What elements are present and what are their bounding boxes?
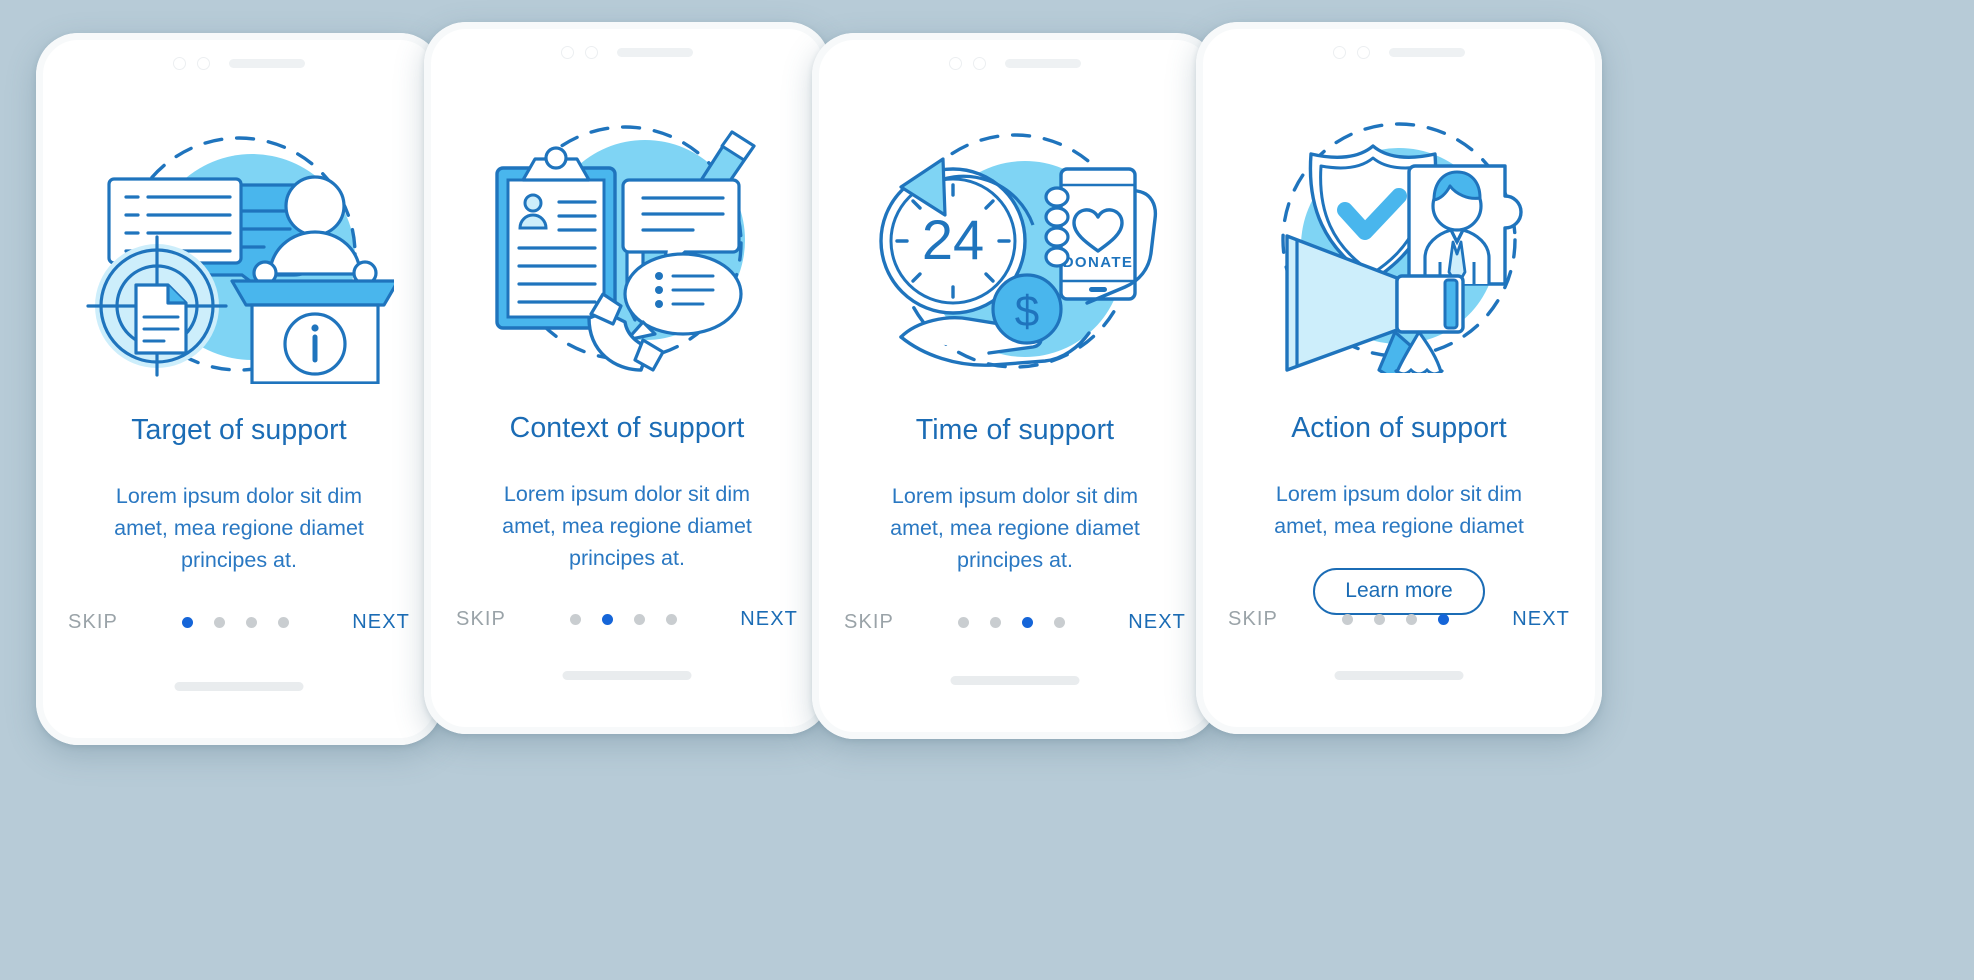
next-button[interactable]: NEXT [1512, 608, 1570, 631]
screen-body-text: Lorem ipsum dolor sit dim amet, mea regi… [1230, 478, 1568, 542]
screen-content-1: Target of support Lorem ipsum dolor sit … [36, 33, 442, 745]
phone-screen-target-of-support: Target of support Lorem ipsum dolor sit … [36, 33, 442, 745]
pagination-dot-1[interactable] [569, 614, 581, 625]
onboarding-nav-1: SKIP NEXT [68, 611, 410, 634]
pagination-dots[interactable] [957, 617, 1065, 628]
body-line: Lorem ipsum dolor sit dim [1275, 482, 1523, 506]
skip-button[interactable]: SKIP [456, 608, 506, 631]
phone-screen-time-of-support: 24 $ DONATE Time of support Lorem ipsum … [812, 33, 1218, 739]
home-indicator[interactable] [562, 671, 692, 680]
screen-body-text: Lorem ipsum dolor sit dim amet, mea regi… [458, 478, 796, 574]
body-line: principes at. [181, 548, 297, 572]
body-line: amet, mea regione diamet [502, 514, 752, 538]
pagination-dot-2[interactable] [1373, 614, 1385, 625]
body-line: amet, mea regione diamet [1274, 514, 1524, 538]
body-line: Lorem ipsum dolor sit dim [891, 484, 1139, 508]
pagination-dot-1[interactable] [1341, 614, 1353, 625]
home-indicator[interactable] [950, 676, 1080, 685]
pagination-dot-2[interactable] [601, 614, 613, 625]
phone-screen-action-of-support: Action of support Lorem ipsum dolor sit … [1196, 22, 1602, 734]
body-line: principes at. [569, 546, 685, 570]
pagination-dots[interactable] [1341, 614, 1449, 625]
pagination-dot-3[interactable] [1021, 617, 1033, 628]
screen-body-text: Lorem ipsum dolor sit dim amet, mea regi… [70, 480, 408, 576]
screen-title: Target of support [131, 414, 347, 446]
body-line: Lorem ipsum dolor sit dim [503, 482, 751, 506]
screen-content-3: 24 $ DONATE Time of support Lorem ipsum … [812, 33, 1218, 739]
body-line: amet, mea regione diamet [890, 516, 1140, 540]
onboarding-screens-stage: Target of support Lorem ipsum dolor sit … [0, 0, 1974, 980]
next-button[interactable]: NEXT [1128, 611, 1186, 634]
skip-button[interactable]: SKIP [68, 611, 118, 634]
onboarding-nav-2: SKIP NEXT [456, 608, 798, 631]
pagination-dot-3[interactable] [245, 617, 257, 628]
screen-title: Time of support [915, 414, 1115, 446]
pagination-dot-1[interactable] [957, 617, 969, 628]
phone-screen-context-of-support: Context of support Lorem ipsum dolor sit… [424, 22, 830, 734]
screen-title: Action of support [1291, 412, 1507, 444]
screen-content-4: Action of support Lorem ipsum dolor sit … [1196, 22, 1602, 734]
coin-dollar-label: $ [1015, 287, 1039, 336]
body-line: amet, mea regione diamet [114, 516, 364, 540]
pagination-dots[interactable] [181, 617, 289, 628]
pagination-dot-2[interactable] [989, 617, 1001, 628]
onboarding-nav-4: SKIP NEXT [1228, 608, 1570, 631]
onboarding-nav-3: SKIP NEXT [844, 611, 1186, 634]
body-line: Lorem ipsum dolor sit dim [115, 484, 363, 508]
donate-label: DONATE [1063, 254, 1134, 271]
pagination-dot-3[interactable] [633, 614, 645, 625]
pagination-dot-4[interactable] [665, 614, 677, 625]
illustration-context-of-support [424, 114, 830, 376]
screen-body-text: Lorem ipsum dolor sit dim amet, mea regi… [846, 480, 1184, 576]
pagination-dot-3[interactable] [1405, 614, 1417, 625]
pagination-dot-1[interactable] [181, 617, 193, 628]
pagination-dot-4[interactable] [1053, 617, 1065, 628]
home-indicator[interactable] [1334, 671, 1464, 680]
skip-button[interactable]: SKIP [1228, 608, 1278, 631]
pagination-dot-4[interactable] [277, 617, 289, 628]
next-button[interactable]: NEXT [352, 611, 410, 634]
pagination-dot-2[interactable] [213, 617, 225, 628]
illustration-time-of-support: 24 $ DONATE [812, 125, 1218, 387]
illustration-action-of-support [1196, 114, 1602, 376]
home-indicator[interactable] [174, 682, 304, 691]
screen-title: Context of support [509, 412, 745, 444]
screen-content-2: Context of support Lorem ipsum dolor sit… [424, 22, 830, 734]
illustration-target-of-support [36, 125, 442, 387]
pagination-dot-4[interactable] [1437, 614, 1449, 625]
next-button[interactable]: NEXT [740, 608, 798, 631]
skip-button[interactable]: SKIP [844, 611, 894, 634]
body-line: principes at. [957, 548, 1073, 572]
pagination-dots[interactable] [569, 614, 677, 625]
clock-24-label: 24 [922, 208, 984, 271]
